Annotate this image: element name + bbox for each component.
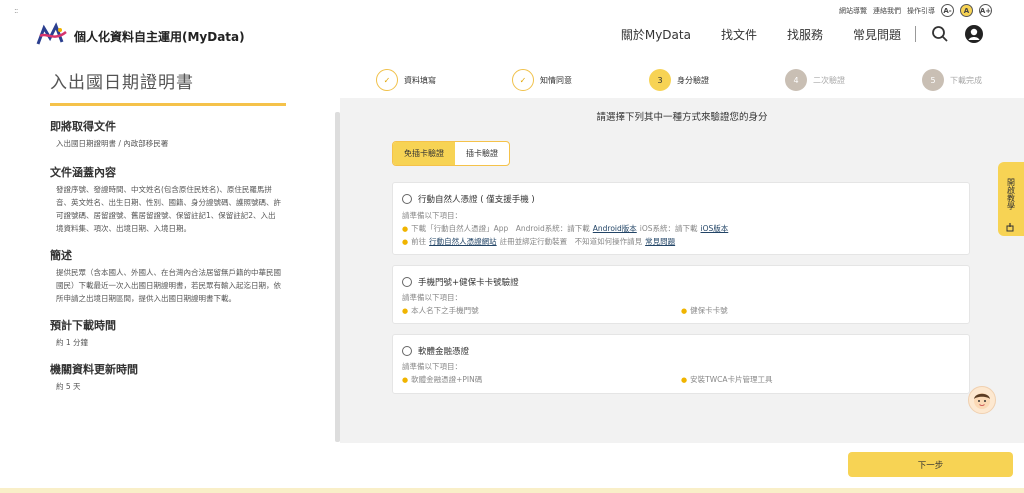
mobile-cert-site-link[interactable]: 行動自然人憑證網站	[429, 236, 497, 247]
item-text: 註冊並綁定行動裝置 不知道如何操作請見	[499, 237, 643, 246]
drag-handle-icon: ::	[14, 6, 19, 15]
bullet-icon: ●	[402, 224, 409, 233]
verification-prompt: 請選擇下列其中一種方式來驗證您的身分	[596, 112, 768, 123]
tab-card[interactable]: 插卡驗證	[455, 142, 509, 165]
list-item: ● 下載「行動自然人憑證」App Android系統：請下載 Android版本…	[402, 223, 728, 234]
step-label: 資料填寫	[404, 75, 436, 85]
step-label: 下載完成	[950, 75, 982, 85]
radio-phone-nhi[interactable]	[402, 277, 412, 287]
step-number: 5	[922, 69, 944, 91]
section-heading: 簡述	[50, 249, 72, 262]
bullet-icon: ●	[681, 306, 688, 315]
item-text: 健保卡卡號	[690, 306, 728, 315]
step-identity: 3 身分驗證	[649, 69, 709, 91]
nav-divider	[915, 26, 916, 42]
faq-link[interactable]: 常見問題	[645, 236, 675, 247]
step-fill-data: ✓ 資料填寫	[376, 69, 436, 91]
radio-financial-cert[interactable]	[402, 346, 412, 356]
option-header: 軟體金融憑證	[402, 345, 469, 357]
step-label: 知情同意	[540, 75, 572, 85]
section-body: 發證序號、發證時間、中文姓名(包含原住民姓名)、原住民羅馬拼音、英文姓名、出生日…	[56, 185, 281, 233]
font-small-button[interactable]: A-	[941, 4, 954, 17]
nav-faq[interactable]: 常見問題	[853, 26, 901, 43]
option-subtitle: 請準備以下項目：	[402, 211, 462, 220]
check-icon: ✓	[376, 69, 398, 91]
section-heading: 機關資料更新時間	[50, 363, 138, 376]
section-body: 約 1 分鐘	[56, 338, 89, 347]
utility-bar: 網站導覽 連絡我們 操作引導 A- A A+	[839, 4, 992, 17]
bullet-icon: ●	[681, 375, 688, 384]
item-text: 本人名下之手機門號	[411, 306, 479, 315]
android-link[interactable]: Android版本	[593, 223, 637, 234]
list-item: ● 軟體金融憑證+PIN碼	[402, 374, 482, 385]
step-label: 身分驗證	[677, 75, 709, 85]
list-item: ● 健保卡卡號	[681, 305, 728, 316]
option-title: 軟體金融憑證	[418, 347, 470, 357]
nav-find-services[interactable]: 找服務	[787, 26, 823, 43]
step-label: 二次驗證	[813, 75, 845, 85]
contact-link[interactable]: 連絡我們	[873, 6, 901, 16]
hand-pointer-icon	[1006, 222, 1016, 234]
verification-panel: 請選擇下列其中一種方式來驗證您的身分 免插卡驗證 插卡驗證 行動自然人憑證 ( …	[340, 98, 1024, 443]
option-title: 手機門號+健保卡卡號驗證	[418, 278, 519, 288]
section-heading: 文件涵蓋內容	[50, 166, 116, 179]
ios-link[interactable]: iOS版本	[701, 223, 729, 234]
section-body: 約 5 天	[56, 382, 81, 391]
item-text: 軟體金融憑證+PIN碼	[411, 375, 483, 384]
main-nav: 關於MyData 找文件 找服務 常見問題	[591, 24, 984, 44]
bullet-icon: ●	[402, 306, 409, 315]
verification-tabs: 免插卡驗證 插卡驗證	[392, 141, 510, 166]
item-text: 下載「行動自然人憑證」App Android系統：請下載	[411, 224, 590, 233]
step-download: 5 下載完成	[922, 69, 982, 91]
list-item: ● 本人名下之手機門號	[402, 305, 479, 316]
item-text: 安裝TWCA卡片管理工具	[690, 375, 773, 384]
page-title: 入出國日期證明書	[50, 73, 194, 93]
tab-no-card[interactable]: 免插卡驗證	[393, 142, 455, 165]
nav-about[interactable]: 關於MyData	[621, 26, 691, 43]
section-heading: 即將取得文件	[50, 120, 116, 133]
item-text: iOS系統：請下載	[639, 224, 698, 233]
tutorial-tab-label: 開啟教學	[1006, 178, 1016, 210]
brand-name: 個人化資料自主運用(MyData)	[74, 29, 245, 44]
option-mobile-cert[interactable]: 行動自然人憑證 ( 僅支援手機 ) 請準備以下項目： ● 下載「行動自然人憑證」…	[392, 182, 970, 255]
step-consent: ✓ 知情同意	[512, 69, 572, 91]
title-underline	[50, 103, 286, 106]
option-title: 行動自然人憑證 ( 僅支援手機 )	[418, 195, 535, 205]
search-icon[interactable]	[930, 24, 950, 44]
next-button[interactable]: 下一步	[848, 452, 1013, 477]
assistant-avatar-icon[interactable]	[968, 386, 996, 414]
list-item: ● 安裝TWCA卡片管理工具	[681, 374, 772, 385]
font-medium-button[interactable]: A	[960, 4, 973, 17]
font-large-button[interactable]: A+	[979, 4, 992, 17]
item-text: 前往	[411, 237, 427, 246]
step-number: 3	[649, 69, 671, 91]
list-item: ● 前往 行動自然人憑證網站 註冊並綁定行動裝置 不知道如何操作請見 常見問題	[402, 236, 675, 247]
document-info-panel: 入出國日期證明書 即將取得文件 入出國日期證明書 / 內政部移民署 文件涵蓋內容…	[50, 68, 286, 393]
mydata-logo-icon	[36, 22, 68, 50]
option-subtitle: 請準備以下項目：	[402, 293, 462, 302]
bullet-icon: ●	[402, 375, 409, 384]
section-body: 提供民眾（含本國人、外國人、在台灣內合法居留無戶籍的中華民國國民）下載最近一次入…	[56, 268, 281, 303]
site-logo[interactable]: 個人化資料自主運用(MyData)	[36, 22, 245, 50]
user-icon[interactable]	[964, 24, 984, 44]
nav-find-documents[interactable]: 找文件	[721, 26, 757, 43]
option-financial-cert[interactable]: 軟體金融憑證 請準備以下項目： ● 軟體金融憑證+PIN碼 ● 安裝TWCA卡片…	[392, 334, 970, 394]
step-number: 4	[785, 69, 807, 91]
option-header: 手機門號+健保卡卡號驗證	[402, 276, 519, 288]
step-second-verify: 4 二次驗證	[785, 69, 845, 91]
footer-strip	[0, 488, 1024, 493]
bullet-icon: ●	[402, 237, 409, 246]
guide-link[interactable]: 操作引導	[907, 6, 935, 16]
option-header: 行動自然人憑證 ( 僅支援手機 )	[402, 193, 535, 205]
section-heading: 預計下載時間	[50, 319, 116, 332]
section-body: 入出國日期證明書 / 內政部移民署	[56, 139, 169, 148]
option-phone-nhi[interactable]: 手機門號+健保卡卡號驗證 請準備以下項目： ● 本人名下之手機門號 ● 健保卡卡…	[392, 265, 970, 324]
sitemap-link[interactable]: 網站導覽	[839, 6, 867, 16]
check-icon: ✓	[512, 69, 534, 91]
option-subtitle: 請準備以下項目：	[402, 362, 462, 371]
radio-mobile-cert[interactable]	[402, 194, 412, 204]
